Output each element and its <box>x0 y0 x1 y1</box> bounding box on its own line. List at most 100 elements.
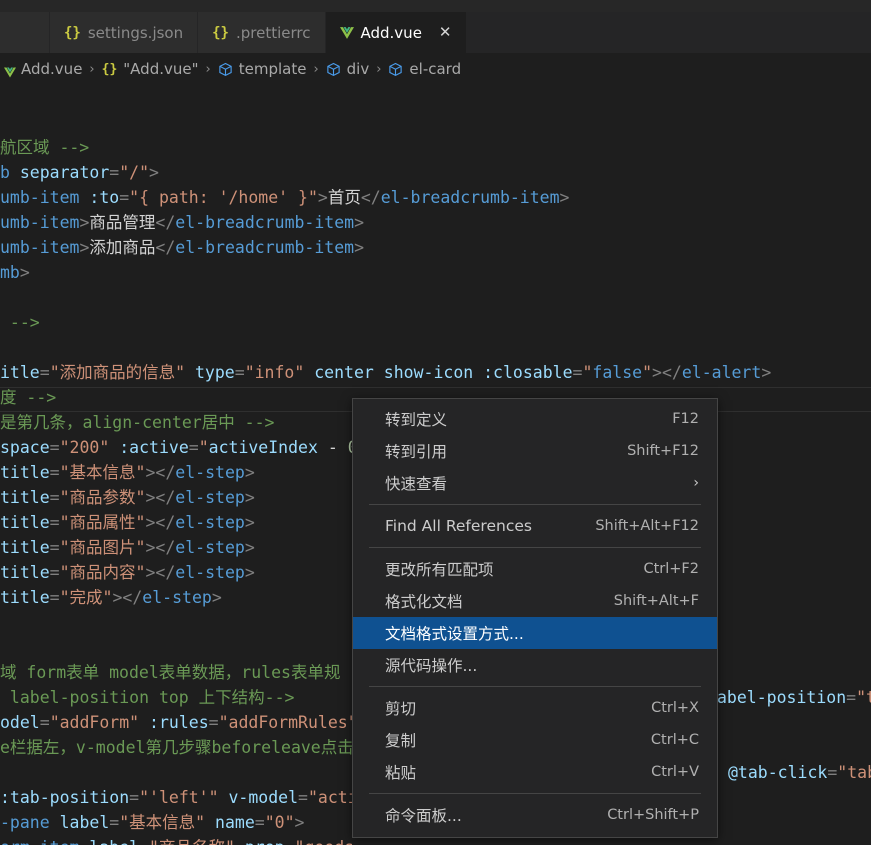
menu-item[interactable]: Find All References Shift+Alt+F12 <box>353 510 717 542</box>
code-line: title="商品图片"></el-step> <box>0 535 255 560</box>
code-token: ></ <box>652 363 682 382</box>
editor-tab-Add.vue[interactable]: Add.vue ✕ <box>325 12 467 53</box>
breadcrumb-separator-icon: › <box>313 61 319 77</box>
menu-item[interactable]: 命令面板... Ctrl+Shift+P <box>353 799 717 831</box>
breadcrumb-item-Add.vue[interactable]: {} "Add.vue" <box>100 60 201 78</box>
code-token: el-breadcrumb-item <box>175 213 355 232</box>
code-line-fragment: @tab-click="tab <box>728 760 871 785</box>
code-token: = <box>298 788 308 807</box>
code-token: title <box>0 588 50 607</box>
code-line: title="基本信息"></el-step> <box>0 460 255 485</box>
breadcrumb-label: el-card <box>409 60 462 78</box>
menu-item-label: Find All References <box>385 517 532 535</box>
menu-item[interactable]: 剪切 Ctrl+X <box>353 692 717 724</box>
code-token: el-breadcrumb-item <box>380 188 560 207</box>
code-token: :to <box>89 188 120 207</box>
code-token: = <box>254 813 265 832</box>
code-token: > <box>244 563 255 582</box>
code-token: = <box>49 538 60 557</box>
code-token: title <box>0 563 50 582</box>
code-token: title <box>0 488 50 507</box>
code-token: = <box>139 838 149 845</box>
code-line: title="商品属性"></el-step> <box>0 510 255 535</box>
menu-separator <box>369 686 701 687</box>
code-token: v-model <box>228 788 299 807</box>
code-token: type <box>195 363 235 382</box>
code-token: show-icon <box>383 363 474 382</box>
code-line: --> <box>0 310 40 335</box>
code-token: " <box>139 788 150 807</box>
menu-item[interactable]: 转到引用 Shift+F12 <box>353 435 717 467</box>
editor-tab-.prettierrc[interactable]: {} .prettierrc <box>198 12 326 53</box>
code-token: ></ <box>145 463 176 482</box>
code-token: ></ <box>145 538 176 557</box>
code-line-fragment: abel-position="t <box>717 685 871 710</box>
code-token: :closable <box>483 363 573 382</box>
editor-tab-settings.json[interactable]: {} settings.json <box>50 12 199 53</box>
breadcrumb-item-Add.vue[interactable]: Add.vue <box>2 60 84 78</box>
editor-tab-partial[interactable] <box>0 12 50 53</box>
code-token: = <box>572 363 583 382</box>
menu-item-shortcut: Shift+Alt+F12 <box>595 518 699 534</box>
code-token: title <box>0 538 50 557</box>
code-token: = <box>846 688 857 707</box>
code-token: > <box>294 813 305 832</box>
code-line: umb-item :to="{ path: '/home' }">首页</el-… <box>0 185 569 210</box>
code-token: "商品内容" <box>59 563 146 582</box>
code-token: abel-position <box>717 688 847 707</box>
menu-item-label: 剪切 <box>385 700 417 718</box>
code-token: "addFormRules" <box>218 713 358 732</box>
code-token: el-step <box>175 488 245 507</box>
vue-logo-icon <box>4 64 16 77</box>
code-token: "商品图片" <box>59 538 146 557</box>
code-token: > <box>149 163 159 182</box>
code-token: "0" <box>264 813 295 832</box>
menu-item[interactable]: 格式化文档 Shift+Alt+F <box>353 585 717 617</box>
code-token: = <box>49 588 60 607</box>
code-token: el-step <box>175 463 245 482</box>
breadcrumb-label: div <box>346 60 370 78</box>
code-token: = <box>49 463 60 482</box>
editor-context-menu[interactable]: 转到定义 F12 转到引用 Shift+F12 快速查看 › Find All Refere… <box>352 398 718 838</box>
menu-item[interactable]: 转到定义 F12 <box>353 403 717 435</box>
menu-item-shortcut: F12 <box>672 411 699 427</box>
code-token: "添加商品的信息" <box>49 363 186 382</box>
menu-item[interactable]: 快速查看 › <box>353 467 717 499</box>
tab-label: Add.vue <box>360 23 422 42</box>
menu-item[interactable]: 更改所有匹配项 Ctrl+F2 <box>353 553 717 585</box>
json-braces-icon: {} <box>64 24 81 41</box>
menu-item-label: 转到引用 <box>385 443 448 461</box>
code-token: :rules <box>149 713 209 732</box>
menu-item-label: 源代码操作... <box>385 657 478 675</box>
menu-item-shortcut: Ctrl+Shift+P <box>607 807 699 823</box>
vue-logo-icon <box>339 26 354 39</box>
tab-close-icon[interactable]: ✕ <box>439 25 452 40</box>
code-token: > <box>244 513 255 532</box>
menu-item-label: 命令面板... <box>385 807 462 825</box>
code-token: " <box>208 788 219 807</box>
breadcrumb-item-template[interactable]: template <box>216 60 309 78</box>
code-line: itle="添加商品的信息" type="info" center show-i… <box>0 360 771 385</box>
code-token: = <box>49 488 60 507</box>
menu-item[interactable]: 复制 Ctrl+C <box>353 724 717 756</box>
code-token: itle <box>0 363 40 382</box>
code-line: 域 form表单 model表单数据，rules表单规 <box>0 660 340 685</box>
code-token: = <box>49 438 60 457</box>
code-token: b <box>0 163 20 182</box>
menu-item-label: 快速查看 <box>385 475 448 493</box>
menu-item[interactable]: 源代码操作... <box>353 649 717 681</box>
code-token: 商品管理 <box>89 213 156 232</box>
code-token: = <box>188 438 199 457</box>
menu-item[interactable]: 粘贴 Ctrl+V <box>353 756 717 788</box>
code-token: ></ <box>145 563 176 582</box>
breadcrumb-item-div[interactable]: div <box>324 60 372 78</box>
code-token: "addForm" <box>49 713 140 732</box>
menu-item[interactable]: 文档格式设置方式... <box>353 617 717 649</box>
breadcrumb-item-el-card[interactable]: el-card <box>386 60 463 78</box>
code-token: umb-item <box>0 213 80 232</box>
